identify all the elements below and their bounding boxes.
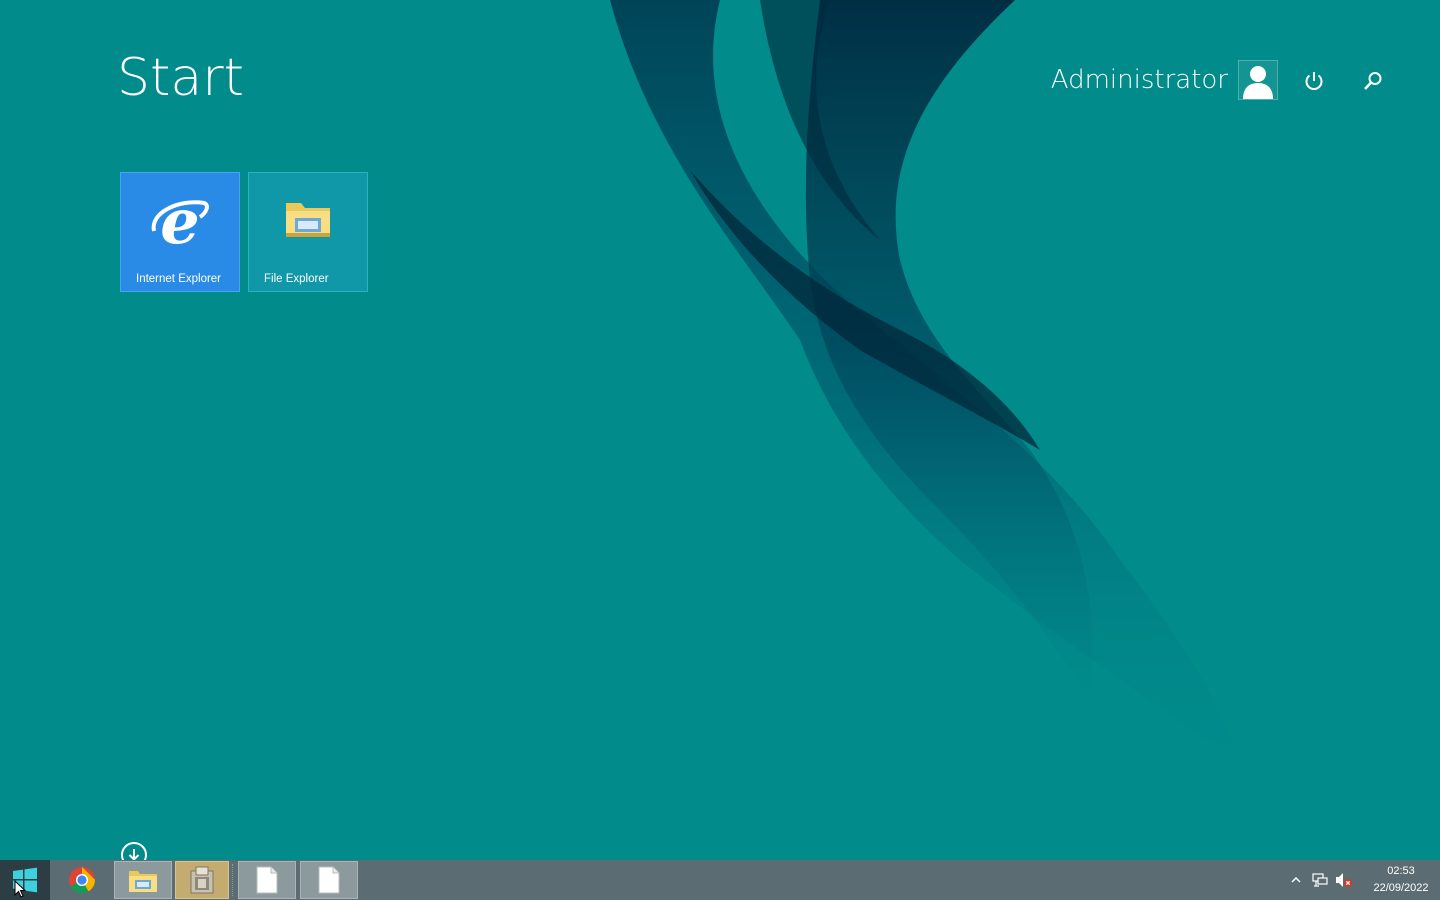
- file-explorer-icon: [249, 191, 367, 245]
- taskbar: 02:53 22/09/2022: [0, 860, 1440, 900]
- user-avatar-icon[interactable]: [1238, 60, 1278, 100]
- show-hidden-icons-chevron-icon[interactable]: [1284, 860, 1308, 900]
- tile-label: File Explorer: [264, 273, 329, 285]
- taskbar-file-explorer[interactable]: [114, 861, 172, 899]
- user-account[interactable]: Administrator: [1051, 60, 1278, 100]
- tile-label: Internet Explorer: [136, 273, 222, 285]
- wallpaper-ribbon: [610, 0, 1235, 760]
- user-name[interactable]: Administrator: [1051, 65, 1228, 95]
- tile-file-explorer[interactable]: File Explorer: [248, 172, 368, 292]
- mouse-pointer-icon: [14, 879, 27, 900]
- taskbar-separator: [232, 864, 237, 896]
- network-icon[interactable]: [1308, 860, 1332, 900]
- clock-time: 02:53: [1387, 865, 1415, 877]
- app-icon: [190, 866, 214, 894]
- tile-internet-explorer[interactable]: e Internet Explorer: [120, 172, 240, 292]
- taskbar-document-1[interactable]: [238, 861, 296, 899]
- power-icon[interactable]: [1297, 64, 1331, 98]
- chrome-icon: [69, 867, 96, 894]
- clock-date: 22/09/2022: [1373, 882, 1429, 894]
- system-tray: 02:53 22/09/2022: [1284, 860, 1440, 900]
- start-title: Start: [117, 48, 245, 108]
- taskbar-clock[interactable]: 02:53 22/09/2022: [1362, 863, 1440, 897]
- document-icon: [256, 866, 278, 894]
- taskbar-app[interactable]: [175, 861, 229, 899]
- taskbar-chrome[interactable]: [54, 861, 110, 899]
- search-icon[interactable]: [1356, 64, 1390, 98]
- volume-muted-icon[interactable]: [1332, 860, 1356, 900]
- file-explorer-icon: [129, 871, 157, 892]
- document-icon: [318, 866, 340, 894]
- taskbar-document-2[interactable]: [300, 861, 358, 899]
- internet-explorer-icon: e: [121, 191, 239, 255]
